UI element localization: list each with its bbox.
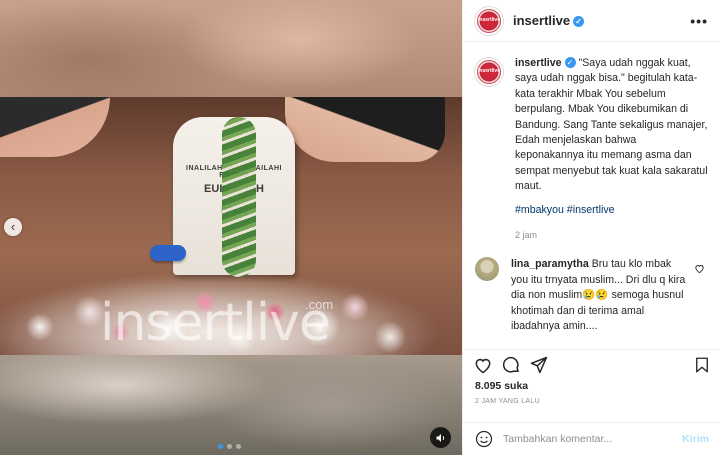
post-side-panel: insertlive insertlive ✓ ••• insertlive in…: [462, 0, 720, 455]
caption-text: "Saya udah nggak kuat, saya udah nggak b…: [515, 57, 708, 193]
carousel-indicator: [218, 444, 241, 449]
post-comment-button[interactable]: Kirim: [682, 433, 709, 445]
post-media[interactable]: INALILAHI WA INNAILAHI ROJIUN EUIS ... I…: [0, 0, 462, 455]
heart-outline-icon: [695, 265, 704, 274]
heart-icon[interactable]: [473, 355, 493, 375]
post-actions: [463, 349, 720, 379]
caption: insertlive insertlive ✓ "Saya udah nggak …: [475, 56, 708, 243]
leaf-garland: [222, 117, 256, 277]
post-date[interactable]: 2 JAM YANG LALU: [475, 398, 540, 405]
watermark: insertlive: [100, 293, 331, 353]
photo-feet-left: [0, 97, 110, 157]
media-blur-background-bottom: [0, 355, 462, 455]
comment-icon[interactable]: [501, 355, 521, 375]
mute-toggle-button[interactable]: [430, 427, 451, 448]
comment-input[interactable]: [503, 433, 673, 445]
like-count[interactable]: 8.095 suka: [475, 380, 528, 392]
more-options-icon[interactable]: •••: [690, 13, 708, 29]
carousel-dot: [236, 444, 241, 449]
media-blur-background-top: [0, 0, 462, 97]
caption-timestamp[interactable]: 2 jam: [515, 228, 708, 243]
post-header: insertlive insertlive ✓ •••: [463, 0, 720, 42]
blue-bottle-cap: [150, 245, 186, 261]
header-username[interactable]: insertlive ✓: [513, 13, 585, 28]
caption-body: insertlive ✓ "Saya udah nggak kuat, saya …: [515, 56, 708, 243]
emoji-icon[interactable]: [475, 430, 493, 448]
post-photo: INALILAHI WA INNAILAHI ROJIUN EUIS ... I…: [0, 97, 462, 355]
caption-hashtags[interactable]: #mbakyou #insertlive: [515, 203, 708, 218]
photo-feet-right: [285, 97, 445, 162]
header-username-text[interactable]: insertlive: [513, 13, 570, 28]
carousel-prev-button[interactable]: ‹: [4, 218, 22, 236]
comment-username[interactable]: lina_paramytha: [511, 258, 589, 270]
avatar[interactable]: [475, 257, 499, 282]
carousel-dot: [218, 444, 223, 449]
avatar[interactable]: insertlive: [475, 6, 503, 35]
carousel-dot: [227, 444, 232, 449]
avatar-logo-text: insertlive: [478, 68, 500, 74]
avatar-logo-text: insertlive: [478, 16, 500, 23]
share-icon[interactable]: [529, 355, 549, 375]
watermark-suffix: .com: [305, 297, 334, 312]
comments-list[interactable]: insertlive insertlive ✓ "Saya udah nggak …: [463, 42, 720, 349]
comment-composer: Kirim: [463, 422, 720, 455]
speaker-icon: [436, 433, 444, 442]
verified-badge-icon: ✓: [573, 16, 585, 27]
comment-body: lina_paramytha Bru tau klo mbak you itu …: [511, 257, 688, 334]
bookmark-icon[interactable]: [693, 355, 711, 375]
comment-item: lina_paramytha Bru tau klo mbak you itu …: [475, 257, 708, 334]
caption-username[interactable]: insertlive: [515, 57, 562, 69]
like-comment-button[interactable]: [694, 257, 708, 334]
avatar[interactable]: insertlive: [475, 58, 503, 86]
verified-badge-icon: ✓: [564, 57, 576, 68]
